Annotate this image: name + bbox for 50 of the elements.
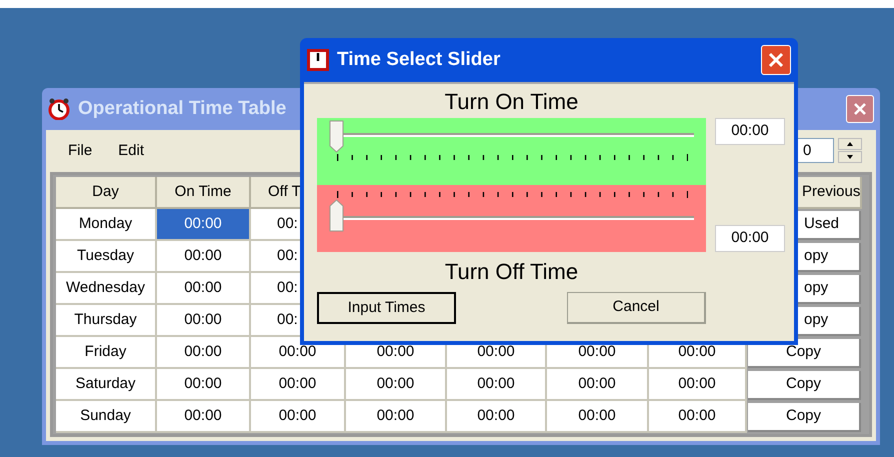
close-button[interactable] <box>846 95 874 123</box>
close-icon <box>853 102 867 116</box>
table-cell: 00:00 <box>547 369 649 401</box>
copy-button[interactable]: Copy <box>748 402 861 432</box>
table-cell: 00:00 <box>547 401 649 433</box>
alarm-clock-icon <box>48 98 70 120</box>
column-header: Day <box>56 177 157 209</box>
copy-button[interactable]: Copy <box>748 370 861 400</box>
spin-up-button[interactable] <box>838 138 862 150</box>
table-cell: Wednesday <box>56 273 157 305</box>
column-header: On Time <box>157 177 251 209</box>
slider-label: Turn Off Time <box>444 259 578 284</box>
slider-thumb[interactable] <box>329 120 344 153</box>
dialog-button[interactable]: Cancel <box>567 292 706 324</box>
time-field[interactable]: 00:00 <box>715 118 785 145</box>
table-cell: 00:00 <box>346 369 447 401</box>
table-cell: Friday <box>56 337 157 369</box>
table-cell: Thursday <box>56 305 157 337</box>
menu-item[interactable]: Edit <box>118 140 144 170</box>
window-title: Operational Time Table <box>78 96 286 121</box>
table-cell: 00:00 <box>251 369 346 401</box>
table-cell: Monday <box>56 209 157 241</box>
table-cell: Sunday <box>56 401 157 433</box>
table-cell: 00:00 <box>251 401 346 433</box>
table-cell: 00:00 <box>447 401 547 433</box>
window-title: Time Select Slider <box>337 48 500 72</box>
table-cell: 00:00 <box>649 401 747 433</box>
timer-icon <box>307 49 329 71</box>
table-cell: Saturday <box>56 369 157 401</box>
table-cell: 00:00 <box>157 209 251 241</box>
table-cell: 00:00 <box>157 401 251 433</box>
table-cell: 00:00 <box>346 401 447 433</box>
up-arrow-icon <box>847 142 853 146</box>
dialog-button[interactable]: Input Times <box>317 292 456 324</box>
table-cell: 00:00 <box>157 305 251 337</box>
close-icon <box>768 52 784 68</box>
table-cell: Tuesday <box>56 241 157 273</box>
time-field[interactable]: 00:00 <box>715 225 785 252</box>
table-cell: 00:00 <box>157 241 251 273</box>
menu-item[interactable]: File <box>68 140 92 170</box>
close-button[interactable] <box>761 45 791 75</box>
table-cell: 00:00 <box>447 369 547 401</box>
slider-label: Turn On Time <box>444 89 578 114</box>
table-cell: 00:00 <box>157 337 251 369</box>
down-arrow-icon <box>847 155 853 159</box>
table-cell: 00:00 <box>157 369 251 401</box>
slider-thumb[interactable] <box>329 199 344 232</box>
table-cell: 00:00 <box>649 369 747 401</box>
table-cell: 00:00 <box>157 273 251 305</box>
spin-down-button[interactable] <box>838 151 862 163</box>
